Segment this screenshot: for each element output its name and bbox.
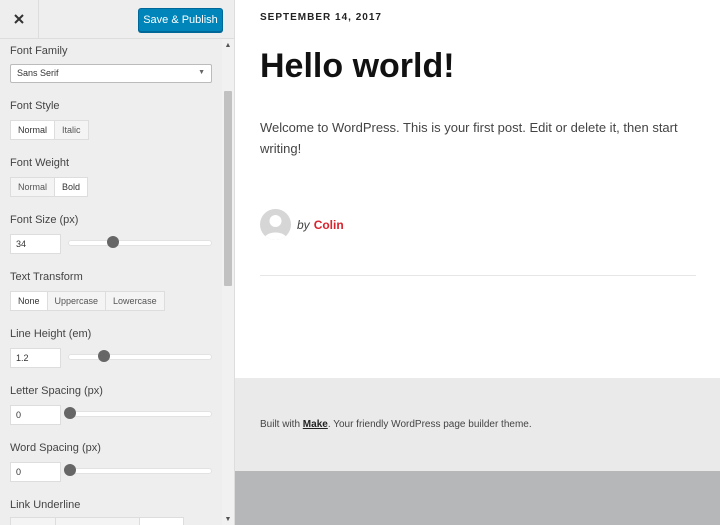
letter-spacing-slider[interactable] bbox=[64, 407, 212, 421]
line-height-input[interactable]: 1.2 bbox=[10, 348, 61, 368]
customizer-header: Save & Publish bbox=[0, 0, 234, 39]
word-spacing-input[interactable]: 0 bbox=[10, 462, 61, 482]
scroll-down-icon[interactable]: ▼ bbox=[222, 513, 234, 525]
post-content: Welcome to WordPress. This is your first… bbox=[260, 120, 678, 156]
font-style-italic-button[interactable]: Italic bbox=[55, 121, 88, 139]
font-size-input[interactable]: 34 bbox=[10, 234, 61, 254]
slider-handle[interactable] bbox=[107, 236, 119, 248]
font-family-select[interactable]: Sans Serif ▼ bbox=[10, 64, 212, 83]
link-underline-option[interactable] bbox=[55, 518, 141, 525]
customizer-sidebar: Save & Publish Font Family Sans Serif ▼ … bbox=[0, 0, 235, 525]
site-preview: SEPTEMBER 14, 2017 Hello world! Welcome … bbox=[235, 0, 720, 525]
close-customizer-button[interactable] bbox=[0, 0, 39, 38]
slider-track bbox=[68, 354, 212, 360]
line-height-label: Line Height (em) bbox=[10, 328, 92, 340]
link-underline-label: Link Underline bbox=[10, 499, 81, 511]
slider-handle[interactable] bbox=[98, 350, 110, 362]
line-height-slider[interactable] bbox=[68, 350, 212, 364]
text-transform-none-button[interactable]: None bbox=[11, 292, 48, 310]
font-weight-label: Font Weight bbox=[10, 157, 70, 169]
slider-track bbox=[68, 240, 212, 246]
text-transform-lowercase-button[interactable]: Lowercase bbox=[106, 292, 164, 310]
footer-credit: Built with Make. Your friendly WordPress… bbox=[260, 419, 532, 430]
font-family-value: Sans Serif bbox=[17, 68, 59, 78]
content-divider bbox=[260, 275, 696, 276]
scrollbar-thumb[interactable] bbox=[224, 91, 232, 286]
font-style-buttons: Normal Italic bbox=[10, 120, 89, 140]
font-style-label: Font Style bbox=[10, 100, 60, 112]
byline-by: by bbox=[297, 217, 310, 232]
scroll-up-icon[interactable]: ▲ bbox=[222, 39, 234, 51]
slider-handle[interactable] bbox=[64, 464, 76, 476]
user-icon bbox=[264, 215, 287, 240]
post-date: SEPTEMBER 14, 2017 bbox=[260, 12, 382, 23]
slider-track bbox=[68, 468, 212, 474]
footer-make-link[interactable]: Make bbox=[303, 419, 328, 430]
sidebar-scrollbar[interactable]: ▲ ▼ bbox=[222, 39, 234, 525]
word-spacing-slider[interactable] bbox=[64, 464, 212, 478]
link-underline-buttons bbox=[10, 517, 184, 525]
save-publish-button[interactable]: Save & Publish bbox=[138, 8, 223, 32]
site-footer: Built with Make. Your friendly WordPress… bbox=[235, 378, 720, 471]
text-transform-buttons: None Uppercase Lowercase bbox=[10, 291, 165, 311]
post-byline: by Colin bbox=[260, 209, 344, 240]
font-weight-normal-button[interactable]: Normal bbox=[11, 178, 56, 196]
footer-prefix: Built with bbox=[260, 419, 303, 430]
avatar bbox=[260, 209, 291, 240]
chevron-down-icon: ▼ bbox=[198, 69, 205, 76]
link-underline-option[interactable] bbox=[140, 518, 183, 525]
slider-handle[interactable] bbox=[64, 407, 76, 419]
close-icon bbox=[14, 14, 24, 24]
font-size-label: Font Size (px) bbox=[10, 214, 79, 226]
font-size-slider[interactable] bbox=[68, 236, 212, 250]
footer-suffix: . Your friendly WordPress page builder t… bbox=[327, 419, 532, 430]
font-family-label: Font Family bbox=[10, 45, 68, 57]
font-style-normal-button[interactable]: Normal bbox=[11, 121, 56, 139]
letter-spacing-label: Letter Spacing (px) bbox=[10, 385, 103, 397]
text-transform-uppercase-button[interactable]: Uppercase bbox=[47, 292, 107, 310]
author-link[interactable]: Colin bbox=[314, 218, 344, 232]
typography-controls: Font Family Sans Serif ▼ Font Style Norm… bbox=[0, 39, 222, 525]
slider-track bbox=[68, 411, 212, 417]
text-transform-label: Text Transform bbox=[10, 271, 83, 283]
preview-background bbox=[235, 471, 720, 525]
font-weight-buttons: Normal Bold bbox=[10, 177, 89, 197]
letter-spacing-input[interactable]: 0 bbox=[10, 405, 61, 425]
word-spacing-label: Word Spacing (px) bbox=[10, 442, 101, 454]
post-title: Hello world! bbox=[260, 47, 455, 85]
font-weight-bold-button[interactable]: Bold bbox=[55, 178, 88, 196]
link-underline-option[interactable] bbox=[11, 518, 56, 525]
